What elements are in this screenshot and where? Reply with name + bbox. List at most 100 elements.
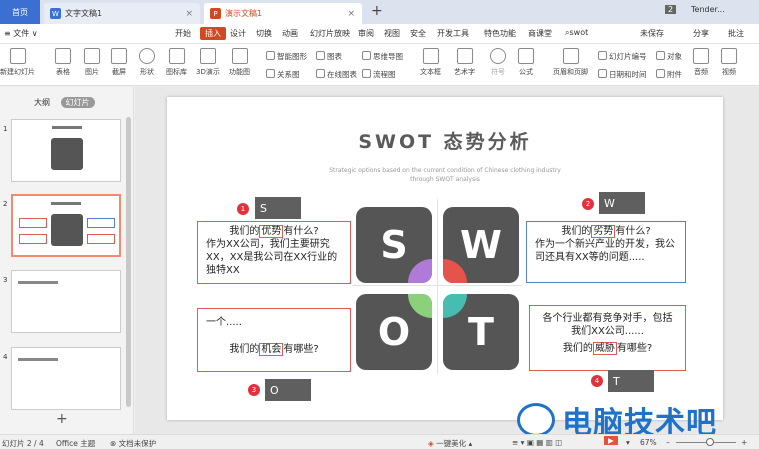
marker-4: 4 <box>591 375 603 387</box>
flow-icon <box>362 69 371 78</box>
relation-button[interactable]: 关系图 <box>266 69 300 80</box>
table-button[interactable]: 表格 <box>55 48 71 77</box>
label-s[interactable]: S <box>255 197 301 219</box>
cube-icon <box>199 48 216 64</box>
relation-icon <box>266 69 275 78</box>
menu-course[interactable]: 商课堂 <box>528 28 552 39</box>
sync-status[interactable]: 未保存 <box>640 28 664 39</box>
tab-doc[interactable]: W 文字文稿1 × <box>44 3 200 24</box>
menu-design[interactable]: 设计 <box>230 28 246 39</box>
slide-subtitle[interactable]: Strategic options based on the current c… <box>317 166 573 184</box>
header-footer-button[interactable]: 页眉和页脚 <box>553 48 588 77</box>
theme-name[interactable]: Office 主题 <box>56 438 95 449</box>
swot-w-square[interactable]: W <box>443 207 519 283</box>
menu-dev[interactable]: 开发工具 <box>437 28 469 39</box>
slide-thumbnail[interactable] <box>11 119 121 182</box>
marker-1: 1 <box>237 203 249 215</box>
divider <box>352 285 522 286</box>
slide[interactable]: SWOT 态势分析 Strategic options based on the… <box>167 97 723 420</box>
close-icon[interactable]: × <box>185 9 193 19</box>
slide-icon <box>9 48 26 64</box>
flowchart-button[interactable]: 流程图 <box>362 69 396 80</box>
menu-view[interactable]: 视图 <box>384 28 400 39</box>
menu-animation[interactable]: 动画 <box>282 28 298 39</box>
tab-ppt[interactable]: P 演示文稿1 × <box>204 3 362 24</box>
weakness-question: 我们的 劣势 有什么? <box>561 225 651 238</box>
new-slide-button[interactable]: 新建幻灯片 <box>0 48 35 77</box>
mindmap-button[interactable]: 思维导图 <box>362 51 403 62</box>
panel-scrollbar[interactable] <box>126 117 131 407</box>
menu-review[interactable]: 审阅 <box>358 28 374 39</box>
swot-s-square[interactable]: S <box>356 207 432 283</box>
wordart-button[interactable]: 艺术字 <box>454 48 475 77</box>
add-slide-button[interactable]: + <box>56 411 68 427</box>
zoom-level[interactable]: 67% <box>640 438 657 447</box>
slide-number-button[interactable]: 幻灯片编号 <box>598 51 647 62</box>
crop-icon <box>111 48 127 64</box>
slide-title[interactable]: SWOT 态势分析 <box>167 127 723 154</box>
slide-thumbnail[interactable] <box>11 270 121 333</box>
online-chart-button[interactable]: 在线图表 <box>316 69 357 80</box>
protect-status[interactable]: ⊗ 文档未保护 <box>110 438 156 449</box>
object-button[interactable]: 对象 <box>656 51 682 62</box>
slide-counter: 幻灯片 2 / 4 <box>2 439 44 448</box>
menu-slideshow[interactable]: 幻灯片放映 <box>310 28 350 39</box>
attachment-button[interactable]: 附件 <box>656 69 682 80</box>
tab-slides[interactable]: 幻灯片 <box>60 97 95 108</box>
swot-o-square[interactable]: O <box>356 294 432 370</box>
account-name[interactable]: Tender... <box>691 5 725 14</box>
textbox-button[interactable]: 文本框 <box>420 48 441 77</box>
writer-icon: W <box>50 8 61 19</box>
threat-textbox[interactable]: 各个行业都有竞争对手，包括我们XX公司...... 我们的 威胁 有哪些? <box>529 305 686 371</box>
menu-transition[interactable]: 切换 <box>256 28 272 39</box>
icon-library-button[interactable]: 图标库 <box>166 48 187 77</box>
chart-button[interactable]: 图表 <box>316 51 342 62</box>
slide-thumbnail-selected[interactable] <box>11 194 121 257</box>
table-icon <box>55 48 71 64</box>
play-button[interactable]: ▶ <box>604 436 618 445</box>
strength-textbox[interactable]: 我们的 优势 有什么? 作为XX公司，我们主要研究XX，XX是我公司在XX行业的独特… <box>197 221 351 284</box>
close-icon[interactable]: × <box>347 9 355 19</box>
status-bar: 幻灯片 2 / 4 Office 主题 ⊗ 文档未保护 ◈ 一键美化 ▴ ≡ ▾… <box>0 434 759 449</box>
file-menu[interactable]: ≡ 文件 ∨ <box>4 28 38 39</box>
shape-button[interactable]: 形状 <box>139 48 155 77</box>
smart-graphic-button[interactable]: 智能图形 <box>266 51 307 62</box>
formula-button[interactable]: 公式 <box>518 48 534 77</box>
menu-features[interactable]: 特色功能 <box>484 28 516 39</box>
screenshot-button[interactable]: 截屏 <box>111 48 127 77</box>
new-tab-button[interactable]: + <box>371 3 383 19</box>
audio-button[interactable]: 音频 <box>693 48 709 77</box>
picture-icon <box>84 48 100 64</box>
view-switcher[interactable]: ≡ ▾ ▣ ▦ ▥ ◫ <box>512 438 562 447</box>
picture-button[interactable]: 图片 <box>84 48 100 77</box>
tab-home[interactable]: 首页 <box>0 0 40 24</box>
label-w[interactable]: W <box>599 192 645 214</box>
label-t[interactable]: T <box>608 370 654 392</box>
function-chart-button[interactable]: 功能图 <box>229 48 250 77</box>
symbol-button[interactable]: 符号 <box>490 48 506 77</box>
share-button[interactable]: 分享 <box>693 28 709 39</box>
play-options-icon[interactable]: ▾ <box>626 438 630 447</box>
menu-security[interactable]: 安全 <box>410 28 426 39</box>
tab-outline[interactable]: 大纲 <box>34 98 50 107</box>
label-o[interactable]: O <box>265 379 311 401</box>
opportunity-textbox[interactable]: 一个..... 我们的 机会 有哪些? <box>197 308 351 372</box>
datetime-button[interactable]: 日期和时间 <box>598 69 647 80</box>
comment-button[interactable]: 批注 <box>728 28 744 39</box>
swot-t-square[interactable]: T <box>443 294 519 370</box>
weakness-textbox[interactable]: 我们的 劣势 有什么? 作为一个新兴产业的开发，我公司还具有XX等的问题..... <box>526 221 686 283</box>
strength-body: 作为XX公司，我们主要研究XX，XX是我公司在XX行业的独特XX <box>206 239 338 276</box>
strength-question: 我们的 优势 有什么? <box>229 225 319 238</box>
pi-icon <box>518 48 534 64</box>
3d-button[interactable]: 3D演示 <box>196 48 220 77</box>
search-box[interactable]: ⌕swot <box>565 28 588 38</box>
beautify-button[interactable]: ◈ 一键美化 ▴ <box>428 438 472 449</box>
zoom-out-button[interactable]: – <box>666 438 670 447</box>
chart-icon <box>316 51 325 60</box>
menu-home[interactable]: 开始 <box>175 28 191 39</box>
slide-thumbnail[interactable] <box>11 347 121 410</box>
menu-insert[interactable]: 插入 <box>200 27 226 40</box>
zoom-slider-handle[interactable] <box>706 438 714 446</box>
video-button[interactable]: 视频 <box>721 48 737 77</box>
zoom-in-button[interactable]: + <box>741 438 747 447</box>
